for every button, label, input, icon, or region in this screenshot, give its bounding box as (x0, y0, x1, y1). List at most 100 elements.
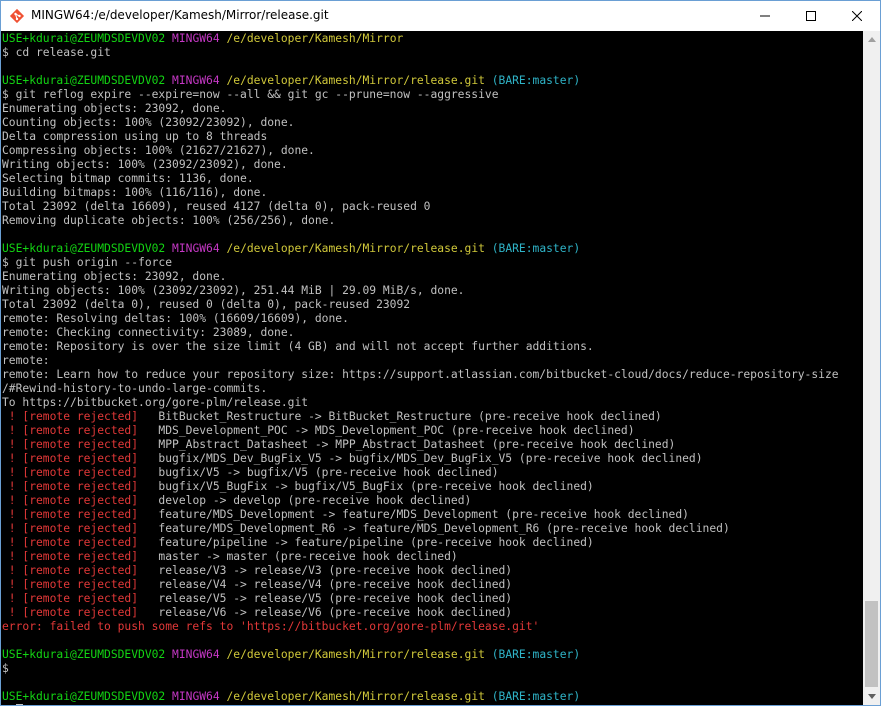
terminal-line: Counting objects: 100% (23092/23092), do… (2, 116, 863, 130)
terminal-line: USE+kdurai@ZEUMDSDEVDV02 MINGW64 /e/deve… (2, 690, 863, 704)
terminal-text: USE+kdurai@ZEUMDSDEVDV02 (2, 74, 166, 87)
terminal-line: ! [remote rejected] feature/MDS_Developm… (2, 522, 863, 536)
terminal-text: $ (2, 662, 9, 675)
terminal-text: ! [remote rejected] (2, 522, 139, 535)
terminal-text: MINGW64 (172, 32, 220, 45)
terminal-line: $ git reflog expire --expire=now --all &… (2, 88, 863, 102)
terminal-text: To https://bitbucket.org/gore-plm/releas… (2, 396, 309, 409)
terminal-text: /#Rewind-history-to-undo-large-commits. (2, 382, 268, 395)
scrollbar-thumb[interactable] (865, 601, 878, 687)
terminal-line: Total 23092 (delta 0), reused 0 (delta 0… (2, 298, 863, 312)
terminal-text: Delta compression using up to 8 threads (2, 130, 268, 143)
terminal-text: remote: Checking connectivity: 23089, do… (2, 326, 295, 339)
terminal-text: Selecting bitmap commits: 1136, done. (2, 172, 254, 185)
scroll-down-button[interactable] (863, 688, 880, 705)
git-bash-icon (9, 8, 25, 24)
terminal-line: ! [remote rejected] BitBucket_Restructur… (2, 410, 863, 424)
chevron-up-icon (867, 37, 876, 42)
terminal-text: feature/pipeline -> feature/pipeline (pr… (138, 536, 594, 549)
terminal-line: USE+kdurai@ZEUMDSDEVDV02 MINGW64 /e/deve… (2, 648, 863, 662)
terminal-line: ! [remote rejected] master -> master (pr… (2, 550, 863, 564)
terminal-text: ! [remote rejected] (2, 452, 139, 465)
terminal-text: release/V5 -> release/V5 (pre-receive ho… (138, 592, 513, 605)
terminal-line: Writing objects: 100% (23092/23092), don… (2, 158, 863, 172)
terminal-text: USE+kdurai@ZEUMDSDEVDV02 (2, 32, 166, 45)
terminal-line: remote: Repository is over the size limi… (2, 340, 863, 354)
terminal-text: Enumerating objects: 23092, done. (2, 102, 227, 115)
terminal-lines: USE+kdurai@ZEUMDSDEVDV02 MINGW64 /e/deve… (1, 31, 863, 705)
terminal-line: Writing objects: 100% (23092/23092), 251… (2, 284, 863, 298)
window-title: MINGW64:/e/developer/Kamesh/Mirror/relea… (31, 8, 329, 22)
terminal-text: ! [remote rejected] (2, 410, 139, 423)
terminal-text: Removing duplicate objects: 100% (256/25… (2, 214, 336, 227)
terminal-text: USE+kdurai@ZEUMDSDEVDV02 (2, 242, 166, 255)
terminal-text: ! [remote rejected] (2, 466, 139, 479)
terminal-text: feature/MDS_Development -> feature/MDS_D… (138, 508, 689, 521)
terminal-text: ! [remote rejected] (2, 480, 139, 493)
terminal-text: ! [remote rejected] (2, 494, 139, 507)
terminal-line: Total 23092 (delta 16609), reused 4127 (… (2, 200, 863, 214)
terminal-text: release/V6 -> release/V6 (pre-receive ho… (138, 606, 513, 619)
terminal-text: Counting objects: 100% (23092/23092), do… (2, 116, 295, 129)
terminal-text: bugfix/V5_BugFix -> bugfix/V5_BugFix (pr… (138, 480, 594, 493)
terminal-text: /e/developer/Kamesh/Mirror (226, 32, 404, 45)
terminal-text: ! [remote rejected] (2, 550, 139, 563)
terminal-line: ! [remote rejected] release/V3 -> releas… (2, 564, 863, 578)
terminal-text: (BARE:master) (484, 74, 581, 87)
terminal-line: Delta compression using up to 8 threads (2, 130, 863, 144)
terminal-output[interactable]: USE+kdurai@ZEUMDSDEVDV02 MINGW64 /e/deve… (1, 31, 863, 705)
terminal-text: Writing objects: 100% (23092/23092), 251… (2, 284, 465, 297)
terminal-text: /e/developer/Kamesh/Mirror/release.git (226, 242, 485, 255)
terminal-text: $ (2, 704, 16, 705)
terminal-line: ! [remote rejected] bugfix/V5_BugFix -> … (2, 480, 863, 494)
terminal-text: ! [remote rejected] (2, 578, 139, 591)
terminal-text: Enumerating objects: 23092, done. (2, 270, 227, 283)
terminal-text: MINGW64 (172, 648, 220, 661)
terminal-text: ! [remote rejected] (2, 438, 139, 451)
chevron-down-icon (867, 694, 876, 699)
terminal-line: /#Rewind-history-to-undo-large-commits. (2, 382, 863, 396)
terminal-text: Total 23092 (delta 0), reused 0 (delta 0… (2, 298, 411, 311)
terminal-text: Compressing objects: 100% (21627/21627),… (2, 144, 315, 157)
terminal-text: /e/developer/Kamesh/Mirror/release.git (226, 690, 485, 703)
scroll-up-button[interactable] (863, 31, 880, 48)
terminal-line: To https://bitbucket.org/gore-plm/releas… (2, 396, 863, 410)
terminal-text: ! [remote rejected] (2, 592, 139, 605)
terminal-line: $ git push origin --force (2, 256, 863, 270)
terminal-text: remote: Repository is over the size limi… (2, 340, 594, 353)
terminal-text: Writing objects: 100% (23092/23092), don… (2, 158, 288, 171)
terminal-text: ! [remote rejected] (2, 508, 139, 521)
terminal-line: Enumerating objects: 23092, done. (2, 270, 863, 284)
vertical-scrollbar[interactable] (863, 31, 880, 705)
terminal-text: ! [remote rejected] (2, 564, 139, 577)
terminal-line: Removing duplicate objects: 100% (256/25… (2, 214, 863, 228)
terminal-line: error: failed to push some refs to 'http… (2, 620, 863, 634)
terminal-text: bugfix/MDS_Dev_BugFix_V5 -> bugfix/MDS_D… (138, 452, 703, 465)
terminal-text: bugfix/V5 -> bugfix/V5 (pre-receive hook… (138, 466, 499, 479)
close-button[interactable] (834, 1, 880, 31)
title-bar[interactable]: MINGW64:/e/developer/Kamesh/Mirror/relea… (1, 1, 880, 31)
terminal-text: USE+kdurai@ZEUMDSDEVDV02 (2, 690, 166, 703)
terminal-line: ! [remote rejected] feature/pipeline -> … (2, 536, 863, 550)
terminal-line: Building bitmaps: 100% (116/116), done. (2, 186, 863, 200)
minimize-button[interactable] (742, 1, 788, 31)
terminal-line: ! [remote rejected] bugfix/MDS_Dev_BugFi… (2, 452, 863, 466)
terminal-line: remote: Checking connectivity: 23089, do… (2, 326, 863, 340)
cursor (15, 704, 23, 705)
maximize-button[interactable] (788, 1, 834, 31)
terminal-text: $ git push origin --force (2, 256, 173, 269)
terminal-text: ! [remote rejected] (2, 606, 139, 619)
terminal-text: develop -> develop (pre-receive hook dec… (138, 494, 472, 507)
terminal-text: /e/developer/Kamesh/Mirror/release.git (226, 648, 485, 661)
terminal-text: MDS_Development_POC -> MDS_Development_P… (138, 424, 635, 437)
terminal-text: (BARE:master) (484, 242, 581, 255)
terminal-line: USE+kdurai@ZEUMDSDEVDV02 MINGW64 /e/deve… (2, 242, 863, 256)
terminal-text: (BARE:master) (484, 690, 581, 703)
terminal-text: remote: Resolving deltas: 100% (16609/16… (2, 312, 349, 325)
close-icon (852, 11, 862, 21)
terminal-line: ! [remote rejected] bugfix/V5 -> bugfix/… (2, 466, 863, 480)
terminal-text: remote: (2, 354, 50, 367)
